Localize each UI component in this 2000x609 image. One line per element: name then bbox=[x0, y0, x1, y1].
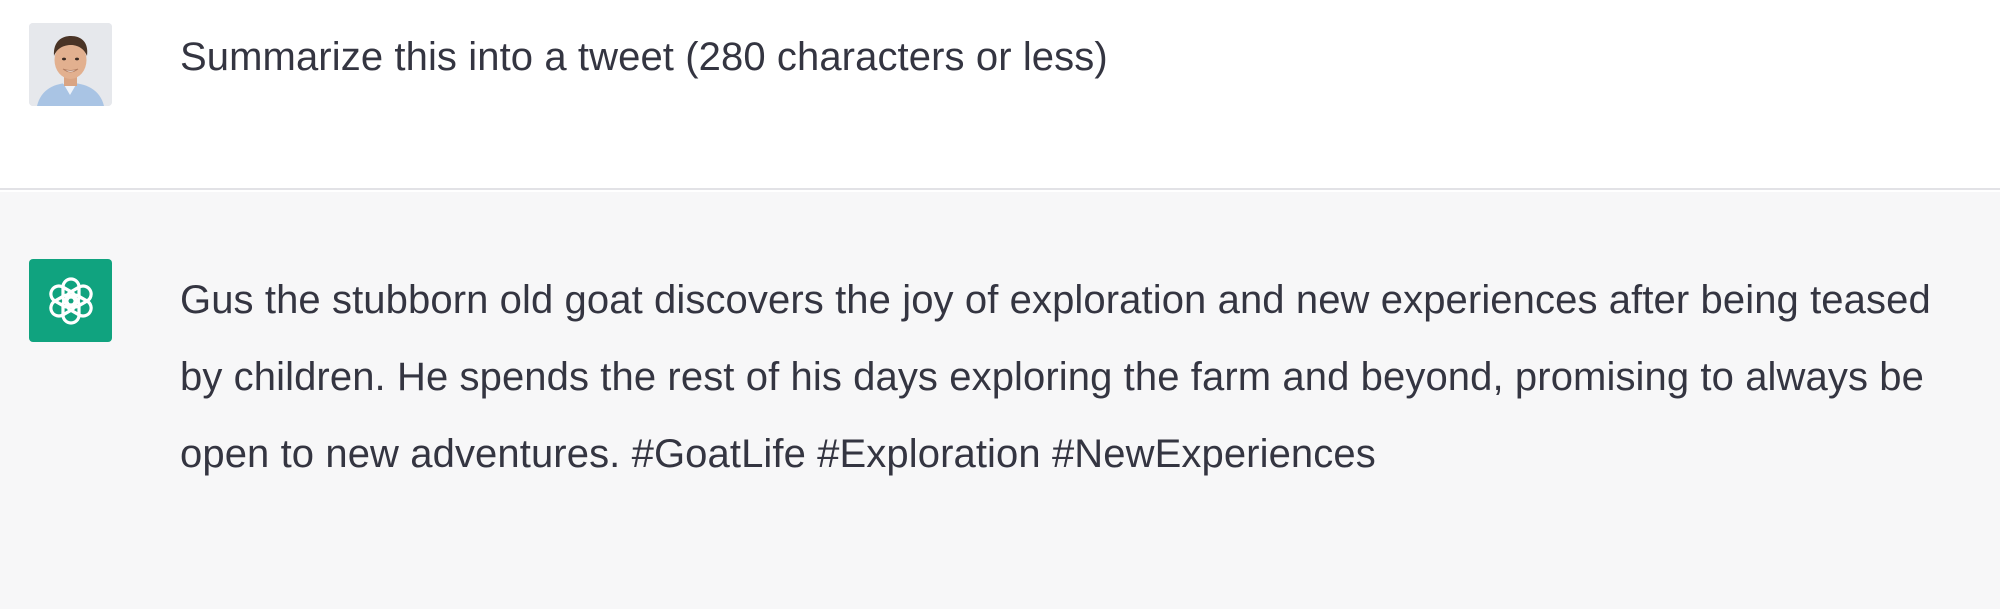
user-photo-avatar bbox=[29, 23, 112, 106]
user-avatar bbox=[29, 23, 112, 106]
assistant-message: Gus the stubborn old goat discovers the … bbox=[0, 192, 2000, 609]
chat-conversation: Summarize this into a tweet (280 charact… bbox=[0, 0, 2000, 609]
user-message: Summarize this into a tweet (280 charact… bbox=[0, 0, 2000, 190]
openai-logo-icon bbox=[48, 276, 93, 325]
assistant-message-text: Gus the stubborn old goat discovers the … bbox=[180, 278, 1931, 476]
user-message-text: Summarize this into a tweet (280 charact… bbox=[180, 35, 1108, 79]
assistant-avatar bbox=[29, 259, 112, 342]
